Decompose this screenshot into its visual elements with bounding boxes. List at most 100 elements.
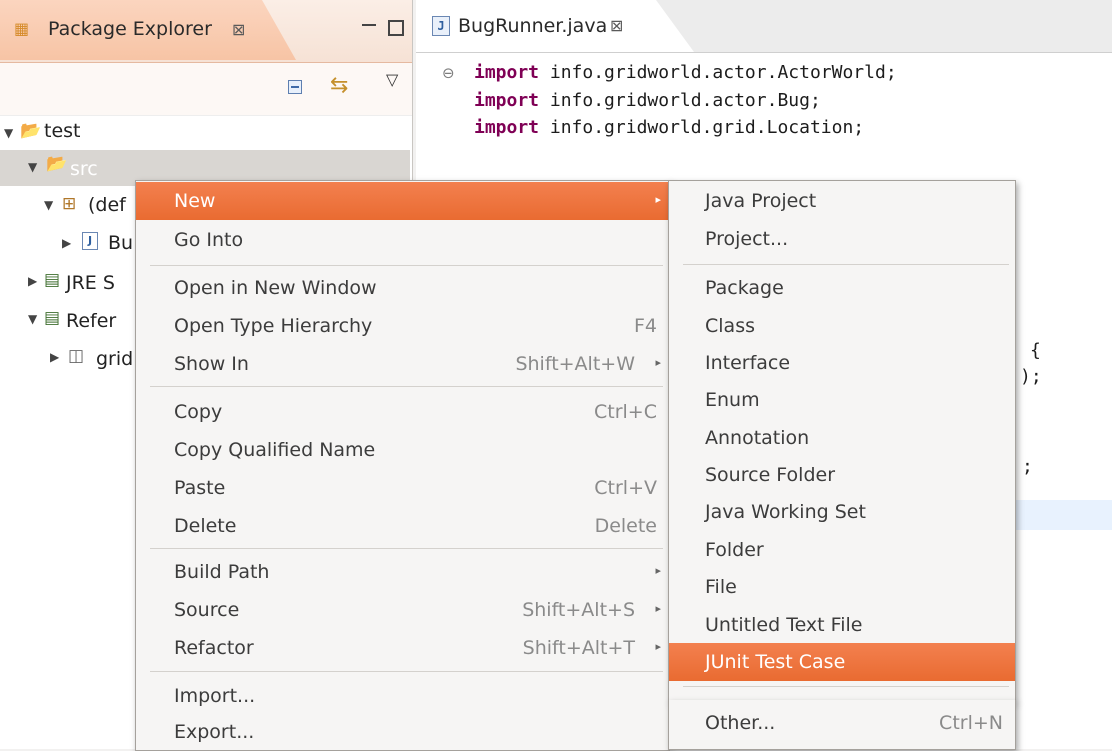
new-submenu: Java Project Project... Package Class In… [668, 180, 1016, 702]
menu-item-label: Java Project [705, 190, 817, 212]
menu-item-shortcut: Ctrl+V [594, 477, 657, 499]
menu-item-label: Other... [705, 712, 776, 734]
menu-item-label: Source [174, 599, 240, 621]
submenu-arrow-icon: ▸ [655, 602, 661, 615]
submenu-item-class[interactable]: Class [669, 307, 1015, 345]
menu-item-label: Annotation [705, 427, 810, 449]
submenu-item-source-folder[interactable]: Source Folder [669, 456, 1015, 494]
tree-item-referenced[interactable]: Refer [66, 310, 116, 332]
code-fragment: ; [1022, 456, 1033, 477]
maximize-icon[interactable] [388, 20, 404, 36]
editor-tabbar: J BugRunner.java ⊠ [416, 0, 1112, 53]
submenu-arrow-icon: ▸ [655, 193, 661, 206]
submenu-item-enum[interactable]: Enum [669, 381, 1015, 419]
view-menu-icon[interactable]: ▽ [386, 70, 398, 89]
close-icon[interactable]: ⊠ [232, 20, 245, 39]
expand-arrow-icon[interactable]: ▶ [50, 350, 59, 364]
expand-arrow-icon[interactable]: ▼ [4, 126, 13, 140]
menu-item-source[interactable]: Source Shift+Alt+S ▸ [136, 591, 669, 629]
menu-item-open-type-hierarchy[interactable]: Open Type Hierarchy F4 [136, 307, 669, 345]
submenu-item-junit-test-case[interactable]: JUnit Test Case [669, 643, 1015, 681]
submenu-item-java-project[interactable]: Java Project [669, 182, 1015, 220]
expand-arrow-icon[interactable]: ▶ [62, 236, 71, 250]
menu-item-shortcut: Shift+Alt+S [522, 599, 635, 621]
menu-item-label: Build Path [174, 561, 270, 583]
jar-icon: ◫ [68, 346, 85, 366]
link-with-editor-icon[interactable]: ⇆ [330, 73, 348, 98]
menu-item-label: Copy [174, 401, 223, 423]
menu-item-refactor[interactable]: Refactor Shift+Alt+T ▸ [136, 629, 669, 667]
submenu-item-other[interactable]: Other... Ctrl+N [669, 704, 1015, 742]
submenu-item-interface[interactable]: Interface [669, 344, 1015, 382]
tree-item-jre[interactable]: JRE S [66, 272, 115, 294]
submenu-item-java-working-set[interactable]: Java Working Set [669, 493, 1015, 531]
code-keyword: import [474, 90, 540, 111]
close-icon[interactable]: ⊠ [610, 16, 623, 35]
tree-item-jar[interactable]: grid [96, 348, 133, 370]
tree-item-file[interactable]: Bu [108, 232, 133, 254]
menu-item-label: Java Working Set [705, 501, 866, 523]
source-folder-icon: 📂 [46, 154, 68, 174]
menu-item-paste[interactable]: Paste Ctrl+V [136, 469, 669, 507]
menu-item-delete[interactable]: Delete Delete [136, 507, 669, 545]
menu-separator [150, 548, 663, 549]
tree-item-src[interactable]: src [70, 158, 98, 180]
menu-item-go-into[interactable]: Go Into [136, 221, 669, 259]
collapse-all-icon[interactable] [288, 80, 302, 94]
menu-item-import[interactable]: Import... [136, 677, 669, 715]
expand-arrow-icon[interactable]: ▶ [28, 274, 37, 288]
code-keyword: import [474, 117, 540, 138]
minimize-icon[interactable] [362, 24, 376, 30]
menu-item-label: Go Into [174, 229, 244, 251]
menu-item-label: Open in New Window [174, 277, 377, 299]
expand-arrow-icon[interactable]: ▼ [44, 198, 53, 212]
expand-arrow-icon[interactable]: ▼ [28, 160, 37, 174]
menu-item-label: Show In [174, 353, 249, 375]
menu-item-export[interactable]: Export... [136, 713, 669, 751]
code-line: import info.gridworld.actor.ActorWorld; [474, 62, 897, 83]
library-icon: ▤ [44, 270, 61, 290]
package-explorer-toolbar [0, 63, 412, 116]
submenu-item-annotation[interactable]: Annotation [669, 419, 1015, 457]
menu-item-shortcut: Shift+Alt+T [522, 637, 635, 659]
fold-icon[interactable]: ⊖ [442, 64, 455, 82]
menu-item-label: Project... [705, 228, 789, 250]
context-menu: New ▸ Go Into Open in New Window Open Ty… [135, 180, 670, 751]
menu-item-open-in-new-window[interactable]: Open in New Window [136, 269, 669, 307]
menu-item-copy-qualified-name[interactable]: Copy Qualified Name [136, 431, 669, 469]
editor-tab-title[interactable]: BugRunner.java [458, 15, 607, 37]
menu-item-build-path[interactable]: Build Path ▸ [136, 553, 669, 591]
submenu-item-file[interactable]: File [669, 568, 1015, 606]
menu-separator [150, 265, 663, 266]
library-icon: ▤ [44, 308, 61, 328]
code-text: info.gridworld.actor.Bug; [539, 90, 821, 111]
menu-item-show-in[interactable]: Show In Shift+Alt+W ▸ [136, 345, 669, 383]
menu-item-label: Package [705, 277, 784, 299]
submenu-arrow-icon: ▸ [655, 356, 661, 369]
project-icon: 📂 [20, 121, 42, 141]
code-fragment: ); [1020, 366, 1042, 387]
menu-item-label: Untitled Text File [705, 614, 863, 636]
submenu-arrow-icon: ▸ [655, 564, 661, 577]
tree-item-package[interactable]: (def [88, 194, 126, 216]
submenu-item-folder[interactable]: Folder [669, 531, 1015, 569]
expand-arrow-icon[interactable]: ▼ [28, 312, 37, 326]
package-explorer-title[interactable]: Package Explorer [48, 18, 212, 40]
submenu-item-project[interactable]: Project... [669, 220, 1015, 258]
java-file-icon: J [432, 16, 450, 36]
package-explorer-icon: ▦ [14, 19, 30, 38]
menu-item-shortcut: Ctrl+N [939, 712, 1003, 734]
menu-item-label: Delete [174, 515, 237, 537]
code-line: import info.gridworld.actor.Bug; [474, 90, 821, 111]
new-submenu-bottom: Other... Ctrl+N [668, 700, 1016, 750]
menu-item-copy[interactable]: Copy Ctrl+C [136, 393, 669, 431]
submenu-item-package[interactable]: Package [669, 269, 1015, 307]
menu-item-new[interactable]: New ▸ [136, 182, 669, 220]
submenu-arrow-icon: ▸ [655, 640, 661, 653]
code-text: info.gridworld.actor.ActorWorld; [539, 62, 897, 83]
tree-item-project[interactable]: test [44, 120, 81, 142]
submenu-item-untitled-text-file[interactable]: Untitled Text File [669, 606, 1015, 644]
java-file-icon: J [82, 232, 98, 250]
code-line: import info.gridworld.grid.Location; [474, 117, 864, 138]
menu-separator [683, 264, 1009, 265]
